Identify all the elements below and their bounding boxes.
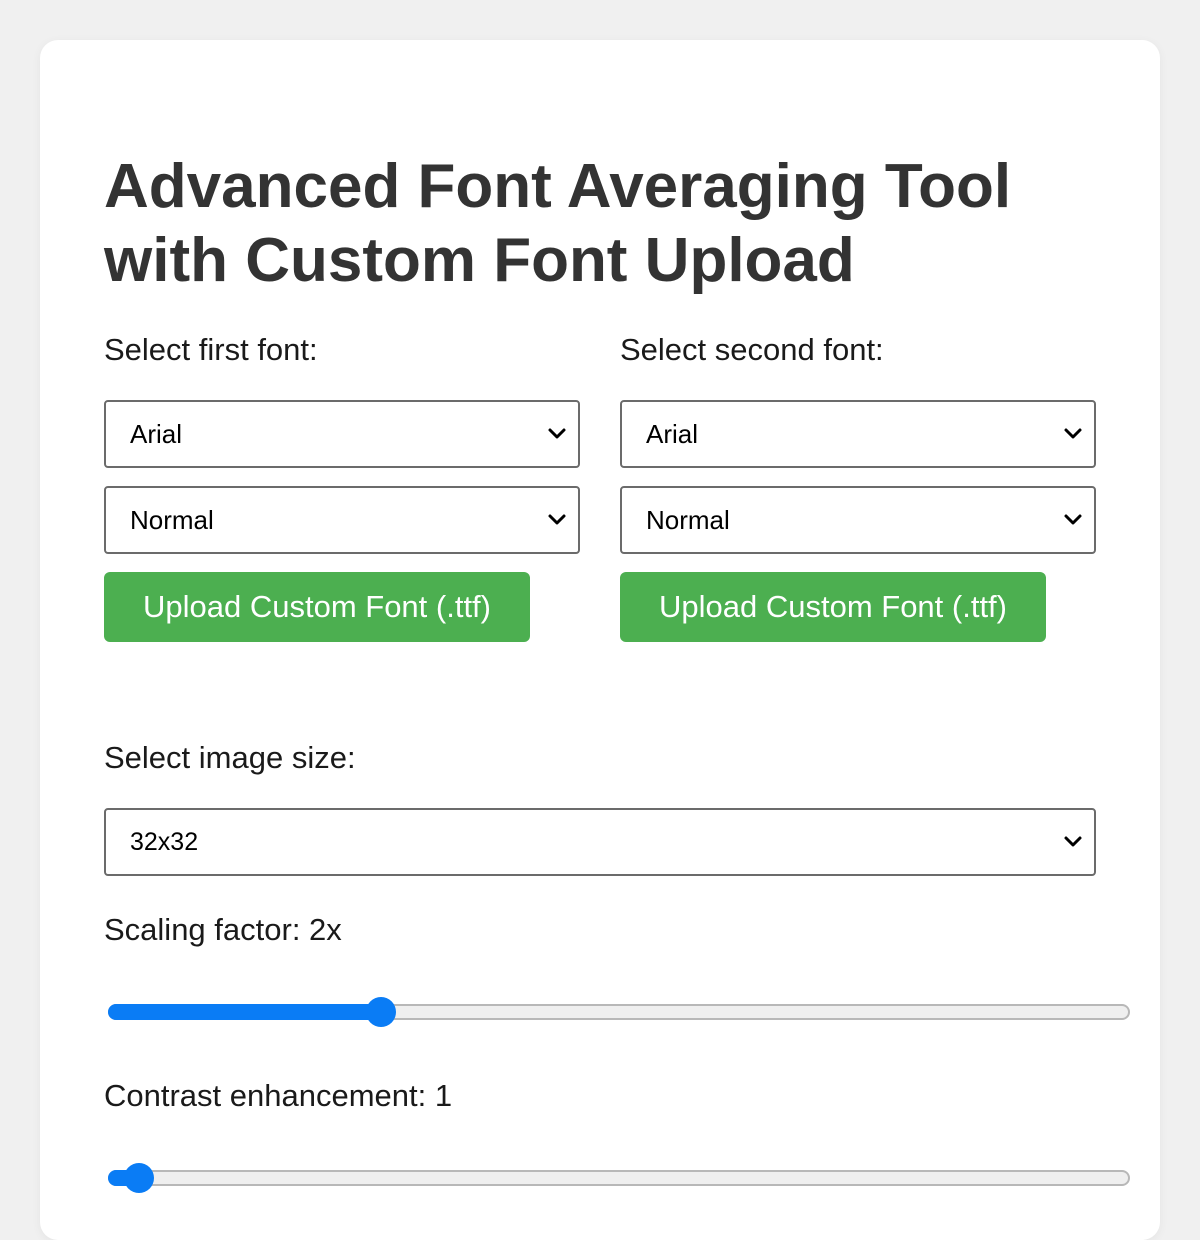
scaling-factor-slider[interactable] [108,992,1130,1032]
contrast-enhancement-label: Contrast enhancement: 1 [104,1078,453,1113]
second-upload-font-button[interactable]: Upload Custom Font (.ttf) [620,572,1046,642]
first-font-family-value: Arial [130,418,183,449]
slider-thumb[interactable] [366,997,396,1027]
first-upload-font-button[interactable]: Upload Custom Font (.ttf) [104,572,530,642]
chevron-down-icon [1064,836,1082,847]
first-font-label: Select first font: [104,332,318,367]
image-size-value: 32x32 [130,827,199,856]
second-font-family-select[interactable]: Arial [620,400,1096,468]
slider-fill [108,1004,381,1020]
image-size-label: Select image size: [104,740,356,775]
scaling-factor-label: Scaling factor: 2x [104,912,342,947]
second-font-family-value: Arial [646,418,699,449]
second-font-label: Select second font: [620,332,884,367]
main-card: Advanced Font Averaging Tool with Custom… [40,40,1160,1240]
chevron-down-icon [1064,428,1082,439]
chevron-down-icon [548,428,566,439]
slider-thumb[interactable] [124,1163,154,1193]
chevron-down-icon [548,514,566,525]
first-font-style-select[interactable]: Normal [104,486,580,554]
chevron-down-icon [1064,514,1082,525]
second-font-style-value: Normal [646,504,730,535]
first-font-family-select[interactable]: Arial [104,400,580,468]
page-title: Advanced Font Averaging Tool with Custom… [104,152,1012,295]
second-font-style-select[interactable]: Normal [620,486,1096,554]
image-size-select[interactable]: 32x32 [104,808,1096,876]
contrast-enhancement-slider[interactable] [108,1158,1130,1198]
slider-track [108,1170,1130,1186]
first-font-style-value: Normal [130,504,214,535]
